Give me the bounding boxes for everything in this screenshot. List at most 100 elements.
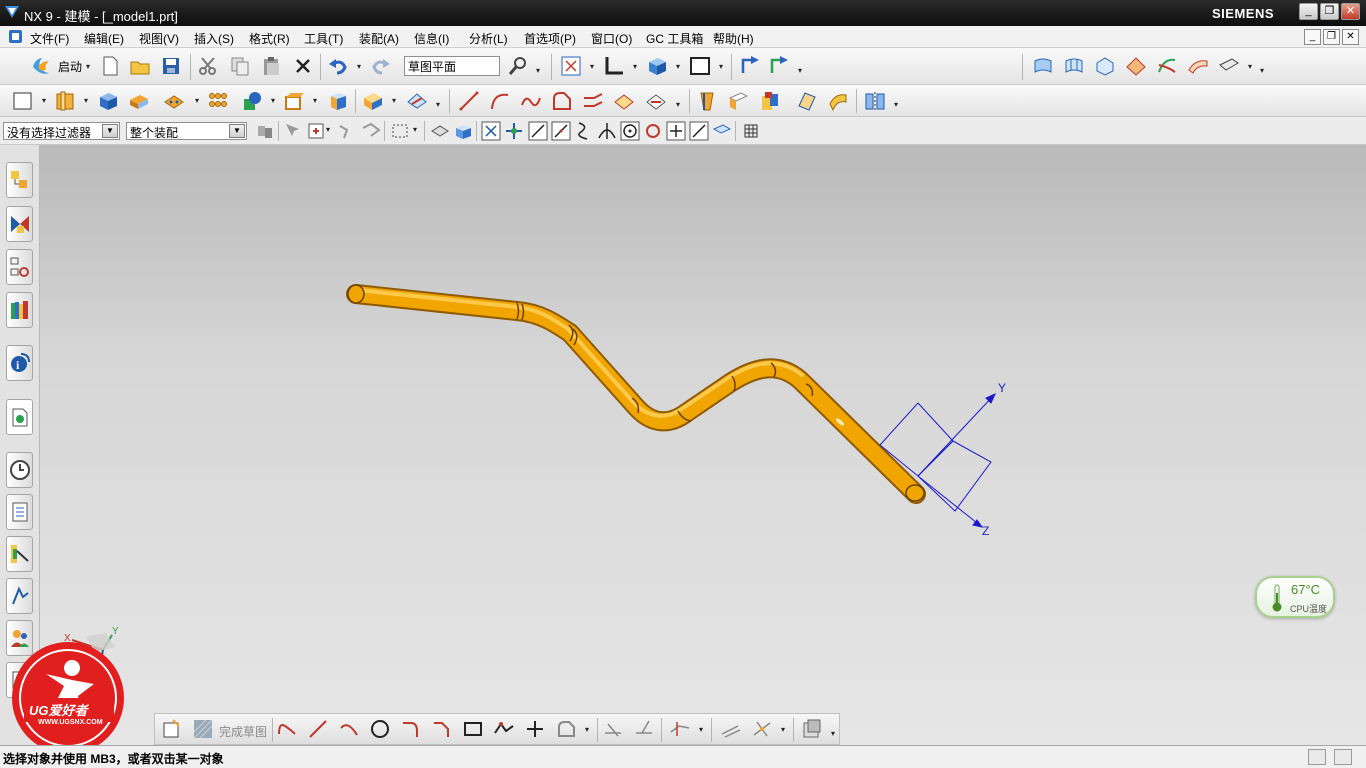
snap-intersection-icon[interactable]	[596, 120, 618, 142]
status-toggle-button[interactable]	[1308, 749, 1326, 765]
datum-dropdown-icon[interactable]: ▾	[84, 96, 88, 105]
surface-icon-5[interactable]	[1156, 55, 1178, 77]
new-file-icon[interactable]	[99, 55, 121, 77]
pattern-icon[interactable]	[163, 90, 185, 112]
datum-csys[interactable]	[879, 393, 996, 528]
wrap-curve-icon[interactable]	[645, 90, 667, 112]
doc-restore-button[interactable]: ❐	[1323, 29, 1340, 45]
orient-dropdown-icon[interactable]: ▾	[633, 62, 637, 71]
unite-icon[interactable]	[241, 90, 263, 112]
surface-icon-1[interactable]	[1032, 55, 1054, 77]
menu-help[interactable]: 帮助(H)	[713, 30, 754, 47]
fit-dropdown-icon[interactable]: ▾	[590, 62, 594, 71]
array-icon[interactable]	[207, 90, 229, 112]
dimension-icon[interactable]	[720, 718, 742, 740]
sketch-offset-icon[interactable]	[555, 718, 577, 740]
split-dropdown-icon[interactable]: ▾	[436, 100, 440, 109]
mirror-dropdown-icon[interactable]: ▾	[894, 100, 898, 109]
minimize-button[interactable]: _	[1299, 3, 1318, 20]
start-dropdown-icon[interactable]: ▾	[86, 62, 90, 71]
web-browser-button[interactable]: i	[6, 345, 33, 381]
start-icon[interactable]	[30, 55, 52, 77]
doc-minimize-button[interactable]: _	[1304, 29, 1321, 45]
background-dropdown-icon[interactable]: ▾	[719, 62, 723, 71]
quick-trim-icon[interactable]	[602, 718, 624, 740]
line-icon[interactable]	[458, 90, 480, 112]
select-all-icon[interactable]	[306, 120, 328, 142]
pattern-dropdown-icon[interactable]: ▾	[195, 96, 199, 105]
copy-icon[interactable]	[229, 55, 251, 77]
surface-icon-7[interactable]	[1218, 55, 1240, 77]
sketch-plane-field[interactable]: 草图平面	[404, 56, 500, 76]
menu-information[interactable]: 信息(I)	[414, 30, 449, 47]
wcs-orient-icon[interactable]	[768, 55, 790, 77]
finish-sketch-label[interactable]: 完成草图	[219, 723, 267, 740]
background-icon[interactable]	[689, 55, 711, 77]
menu-format[interactable]: 格式(R)	[249, 30, 290, 47]
offset-curve-icon[interactable]	[613, 90, 635, 112]
trim-body-icon[interactable]	[362, 90, 384, 112]
snap-endpoint-icon[interactable]	[480, 120, 502, 142]
menu-view[interactable]: 视图(V)	[139, 30, 179, 47]
snap-icon-2[interactable]	[360, 120, 382, 142]
sweep-icon[interactable]	[796, 90, 818, 112]
type-filter-arrow-icon[interactable]: ▼	[102, 124, 118, 138]
unite-dropdown-icon[interactable]: ▾	[271, 96, 275, 105]
history-button[interactable]	[6, 399, 33, 435]
find-dropdown-icon[interactable]: ▾	[536, 66, 540, 75]
sketch-new-icon[interactable]	[161, 718, 183, 740]
sketch-dropdown-icon[interactable]: ▾	[42, 96, 46, 105]
snap-cross-icon[interactable]	[503, 120, 525, 142]
block-icon[interactable]	[97, 90, 119, 112]
open-folder-icon[interactable]	[129, 55, 151, 77]
surface-icon-4[interactable]	[1125, 55, 1147, 77]
wcs-dropdown-icon[interactable]: ▾	[798, 66, 802, 75]
menu-preferences[interactable]: 首选项(P)	[524, 30, 576, 47]
doc-close-button[interactable]: ✕	[1342, 29, 1359, 45]
snap-icon-1[interactable]	[336, 120, 358, 142]
undo-icon[interactable]	[327, 55, 349, 77]
surface-icon-6[interactable]	[1187, 55, 1209, 77]
menu-assembly[interactable]: 装配(A)	[359, 30, 399, 47]
auto-dimension-icon[interactable]	[751, 718, 773, 740]
system-materials-button[interactable]	[6, 494, 33, 530]
sketch-arc-icon[interactable]	[338, 718, 360, 740]
menu-window[interactable]: 窗口(O)	[591, 30, 632, 47]
dimension-dropdown-icon[interactable]: ▾	[781, 725, 785, 734]
app-menu-icon[interactable]	[8, 29, 23, 44]
sketch-icon[interactable]	[12, 90, 34, 112]
clock-button[interactable]	[6, 452, 33, 488]
shell-dropdown-icon[interactable]: ▾	[313, 96, 317, 105]
constraints-icon[interactable]	[669, 718, 691, 740]
surface-more-icon[interactable]: ▾	[1260, 66, 1264, 75]
offset-face-icon[interactable]	[327, 90, 349, 112]
undo-dropdown-icon[interactable]: ▾	[357, 62, 361, 71]
surface-dropdown-icon[interactable]: ▾	[1248, 62, 1252, 71]
menu-gc-toolbox[interactable]: GC 工具箱	[646, 30, 703, 47]
reuse-library-button[interactable]	[6, 292, 33, 328]
project-curve-icon[interactable]	[582, 90, 604, 112]
selection-scope-arrow-icon[interactable]: ▼	[229, 124, 245, 138]
delete-icon[interactable]	[292, 55, 314, 77]
thicken-icon[interactable]	[827, 90, 849, 112]
constraints-dropdown-icon[interactable]: ▾	[699, 725, 703, 734]
snap-midpoint-icon[interactable]	[550, 120, 572, 142]
snap-face-icon[interactable]	[711, 120, 733, 142]
draft-icon[interactable]	[696, 90, 718, 112]
find-icon[interactable]	[507, 55, 529, 77]
quick-extend-icon[interactable]	[633, 718, 655, 740]
sketch-offset-dropdown-icon[interactable]: ▾	[585, 725, 589, 734]
grid-icon[interactable]	[740, 120, 762, 142]
sketch-point-icon[interactable]	[524, 718, 546, 740]
restore-button[interactable]: ❐	[1320, 3, 1339, 20]
orient-view-icon[interactable]	[603, 55, 625, 77]
reattach-icon[interactable]	[801, 718, 823, 740]
paste-icon[interactable]	[260, 55, 282, 77]
render-style-icon[interactable]	[646, 55, 668, 77]
menu-file[interactable]: 文件(F)	[30, 30, 69, 47]
sketch-circle-icon[interactable]	[369, 718, 391, 740]
sketch-polygon-icon[interactable]	[493, 718, 515, 740]
snap-on-curve-icon[interactable]	[688, 120, 710, 142]
curve-dropdown-icon[interactable]: ▾	[676, 100, 680, 109]
rectangle-select-icon[interactable]	[389, 120, 411, 142]
